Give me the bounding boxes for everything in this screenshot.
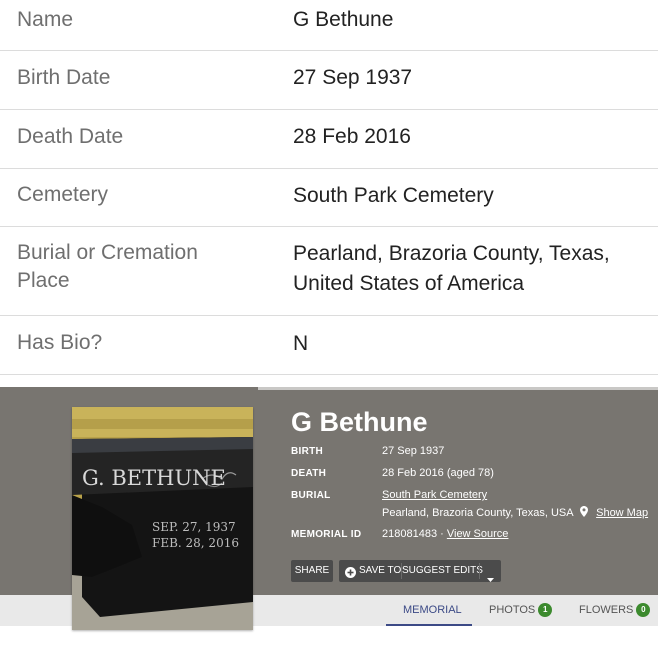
- headstone-date-death: FEB. 28, 2016: [152, 536, 239, 550]
- row-burial-place: Burial or Cremation Place Pearland, Braz…: [0, 226, 658, 316]
- has-bio-label: Has Bio?: [17, 331, 103, 354]
- burial-label-line1: Burial or Cremation: [17, 241, 198, 264]
- tab-flowers-label: FLOWERS: [579, 604, 634, 616]
- row-birth-date: Birth Date 27 Sep 1937: [0, 50, 658, 110]
- row-name: Name G Bethune: [0, 0, 658, 51]
- memorial-id-row: 218081483 · View Source: [382, 528, 508, 540]
- headstone-name: G. BETHUNE: [82, 466, 226, 490]
- show-map-link[interactable]: Show Map: [596, 507, 648, 519]
- burial-label-line2: Place: [17, 269, 70, 292]
- more-actions-dropdown[interactable]: [480, 560, 501, 582]
- burial-label: BURIAL: [291, 490, 331, 501]
- death-date-label: Death Date: [17, 125, 124, 148]
- burial-value-line1: Pearland, Brazoria County, Texas,: [293, 242, 610, 265]
- burial-location: Pearland, Brazoria County, Texas, USA Sh…: [382, 506, 648, 520]
- memorial-id-label: MEMORIAL ID: [291, 529, 362, 540]
- death-label: DEATH: [291, 468, 327, 479]
- action-button-group: SAVE TO SUGGEST EDITS: [339, 560, 501, 582]
- separator-dot: ·: [440, 528, 444, 540]
- birth-value: 27 Sep 1937: [382, 445, 445, 457]
- birth-date-value: 27 Sep 1937: [293, 66, 413, 89]
- view-source-link[interactable]: View Source: [447, 528, 509, 540]
- tab-photos[interactable]: PHOTOS 1: [489, 595, 553, 626]
- caret-down-icon: [487, 569, 494, 591]
- cemetery-link[interactable]: South Park Cemetery: [382, 489, 487, 501]
- memorial-card: G. BETHUNE SEP. 27, 1937 FEB. 28, 2016 G…: [0, 387, 658, 652]
- birth-label: BIRTH: [291, 446, 324, 457]
- save-to-label: SAVE TO: [359, 565, 402, 576]
- tab-memorial[interactable]: MEMORIAL: [403, 595, 462, 626]
- map-pin-icon: [580, 506, 589, 520]
- death-date-value: 28 Feb 2016: [293, 125, 411, 148]
- name-value: G Bethune: [293, 8, 394, 31]
- burial-location-text: Pearland, Brazoria County, Texas, USA: [382, 507, 573, 519]
- cemetery-value: South Park Cemetery: [293, 184, 494, 207]
- memorial-id-value: 218081483: [382, 528, 438, 540]
- headstone-date-birth: SEP. 27, 1937: [152, 520, 236, 534]
- tab-flowers[interactable]: FLOWERS 0: [579, 595, 651, 626]
- memorial-title: G Bethune: [291, 407, 428, 437]
- tab-photos-label: PHOTOS: [489, 604, 536, 616]
- plus-circle-icon: [345, 565, 356, 587]
- banner-top-strip: [258, 387, 658, 390]
- photos-count-badge: 1: [538, 603, 553, 618]
- cemetery-label: Cemetery: [17, 183, 109, 206]
- save-to-button[interactable]: SAVE TO: [339, 560, 401, 582]
- headstone-image: G. BETHUNE SEP. 27, 1937 FEB. 28, 2016: [72, 407, 253, 630]
- burial-value-line2: United States of America: [293, 272, 525, 295]
- headstone-photo[interactable]: G. BETHUNE SEP. 27, 1937 FEB. 28, 2016: [72, 407, 253, 630]
- suggest-edits-button[interactable]: SUGGEST EDITS: [402, 560, 483, 582]
- death-value: 28 Feb 2016 (aged 78): [382, 467, 494, 479]
- share-button[interactable]: SHARE: [291, 560, 333, 582]
- name-label: Name: [17, 8, 74, 31]
- row-death-date: Death Date 28 Feb 2016: [0, 109, 658, 169]
- birth-date-label: Birth Date: [17, 66, 111, 89]
- flowers-count-badge: 0: [636, 603, 651, 618]
- row-cemetery: Cemetery South Park Cemetery: [0, 168, 658, 227]
- row-has-bio: Has Bio? N: [0, 315, 658, 375]
- active-tab-indicator: [386, 624, 472, 626]
- has-bio-value: N: [293, 332, 309, 355]
